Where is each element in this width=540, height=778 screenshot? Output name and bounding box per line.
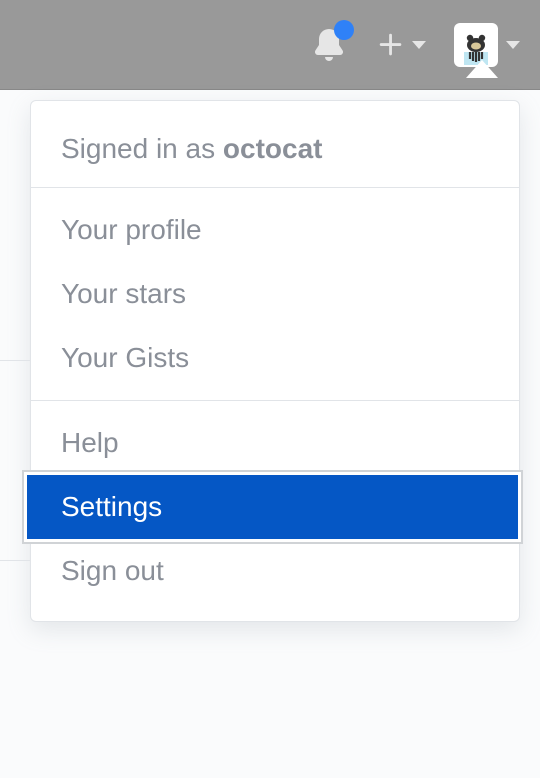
- menu-item-your-gists[interactable]: Your Gists: [31, 326, 519, 390]
- signed-in-prefix: Signed in as: [61, 133, 223, 164]
- caret-down-icon: [506, 41, 520, 49]
- create-new-button[interactable]: [376, 30, 426, 60]
- dropdown-pointer: [466, 60, 498, 78]
- menu-item-your-stars[interactable]: Your stars: [31, 262, 519, 326]
- notifications-button[interactable]: [310, 26, 348, 64]
- notification-indicator-dot: [334, 20, 354, 40]
- menu-item-your-profile[interactable]: Your profile: [31, 198, 519, 262]
- plus-icon: [376, 30, 406, 60]
- menu-item-sign-out[interactable]: Sign out: [31, 539, 519, 603]
- top-navbar: [0, 0, 540, 90]
- dropdown-group-account: Help Settings Sign out: [31, 401, 519, 613]
- user-dropdown-menu: Signed in as octocat Your profile Your s…: [30, 100, 520, 622]
- background-line: [0, 360, 30, 361]
- signed-in-username: octocat: [223, 133, 323, 164]
- menu-item-settings[interactable]: Settings: [27, 475, 518, 539]
- menu-item-help[interactable]: Help: [31, 411, 519, 475]
- caret-down-icon: [412, 41, 426, 49]
- dropdown-group-profile: Your profile Your stars Your Gists: [31, 188, 519, 400]
- signed-in-as-label: Signed in as octocat: [31, 109, 519, 187]
- background-line: [0, 560, 30, 561]
